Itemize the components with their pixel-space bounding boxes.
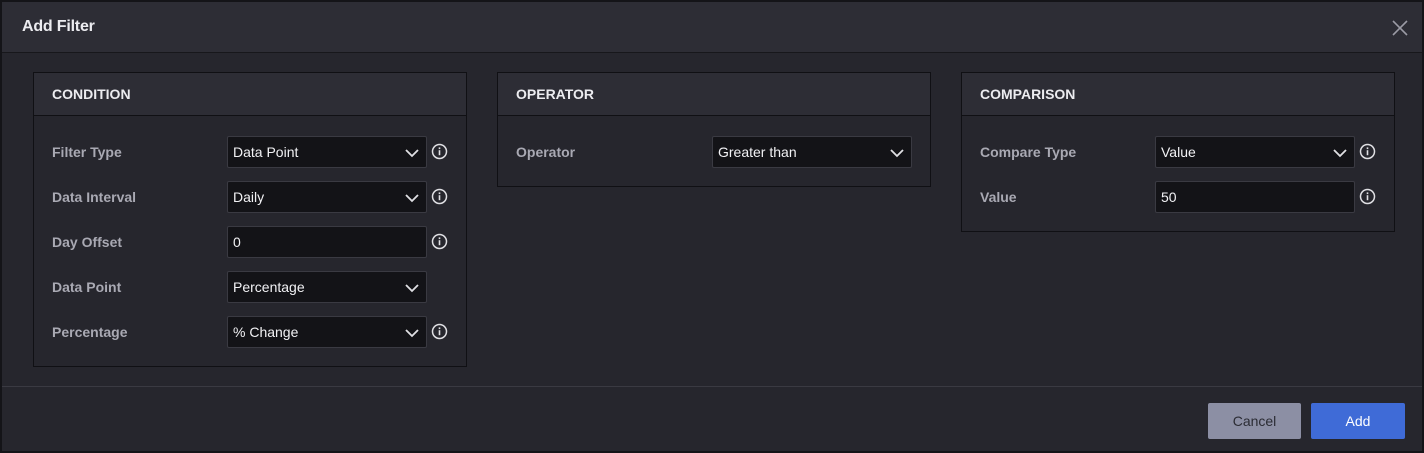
add-button[interactable]: Add [1311, 403, 1405, 439]
info-icon[interactable] [431, 233, 448, 250]
chevron-down-icon [405, 194, 419, 203]
comparison-panel: COMPARISON Compare Type Value Value 50 [961, 72, 1395, 232]
data-point-select[interactable]: Percentage [227, 271, 427, 303]
value-value: 50 [1161, 189, 1177, 205]
value-label: Value [980, 189, 1017, 205]
percentage-label: Percentage [52, 324, 128, 340]
chevron-down-icon [1333, 149, 1347, 158]
operator-value: Greater than [718, 144, 797, 160]
operator-heading: OPERATOR [498, 73, 930, 116]
filter-type-select[interactable]: Data Point [227, 136, 427, 168]
comparison-heading: COMPARISON [962, 73, 1394, 116]
filter-type-value: Data Point [233, 144, 299, 160]
data-interval-value: Daily [233, 189, 265, 205]
add-filter-dialog: Add Filter CONDITION Filter Type Data Po… [0, 0, 1424, 453]
value-input[interactable]: 50 [1155, 181, 1355, 213]
info-icon[interactable] [1359, 188, 1376, 205]
data-interval-select[interactable]: Daily [227, 181, 427, 213]
compare-type-value: Value [1161, 144, 1196, 160]
percentage-row: Percentage % Change [34, 316, 466, 348]
compare-type-row: Compare Type Value [962, 136, 1394, 168]
cancel-button[interactable]: Cancel [1208, 403, 1301, 439]
dialog-title: Add Filter [22, 18, 95, 35]
operator-panel: OPERATOR Operator Greater than [497, 72, 931, 187]
day-offset-label: Day Offset [52, 234, 123, 250]
condition-panel: CONDITION Filter Type Data Point Data In… [33, 72, 467, 367]
info-icon[interactable] [431, 188, 448, 205]
dialog-header: Add Filter [2, 2, 1422, 53]
day-offset-value: 0 [233, 234, 241, 250]
info-icon[interactable] [1359, 143, 1376, 160]
compare-type-label: Compare Type [980, 144, 1077, 160]
data-interval-label: Data Interval [52, 189, 137, 205]
info-icon[interactable] [431, 143, 448, 160]
data-interval-row: Data Interval Daily [34, 181, 466, 213]
chevron-down-icon [890, 149, 904, 158]
day-offset-row: Day Offset 0 [34, 226, 466, 258]
operator-select[interactable]: Greater than [712, 136, 912, 168]
filter-type-label: Filter Type [52, 144, 122, 160]
operator-label: Operator [516, 144, 576, 160]
close-icon[interactable] [1386, 14, 1414, 42]
compare-type-select[interactable]: Value [1155, 136, 1355, 168]
info-icon[interactable] [431, 323, 448, 340]
percentage-value: % Change [233, 324, 299, 340]
value-row: Value 50 [962, 181, 1394, 213]
day-offset-input[interactable]: 0 [227, 226, 427, 258]
chevron-down-icon [405, 149, 419, 158]
footer-divider [2, 386, 1422, 387]
operator-row: Operator Greater than [498, 136, 930, 168]
filter-type-row: Filter Type Data Point [34, 136, 466, 168]
chevron-down-icon [405, 284, 419, 293]
percentage-select[interactable]: % Change [227, 316, 427, 348]
condition-heading: CONDITION [34, 73, 466, 116]
data-point-label: Data Point [52, 279, 122, 295]
data-point-row: Data Point Percentage [34, 271, 466, 303]
chevron-down-icon [405, 329, 419, 338]
data-point-value: Percentage [233, 279, 305, 295]
